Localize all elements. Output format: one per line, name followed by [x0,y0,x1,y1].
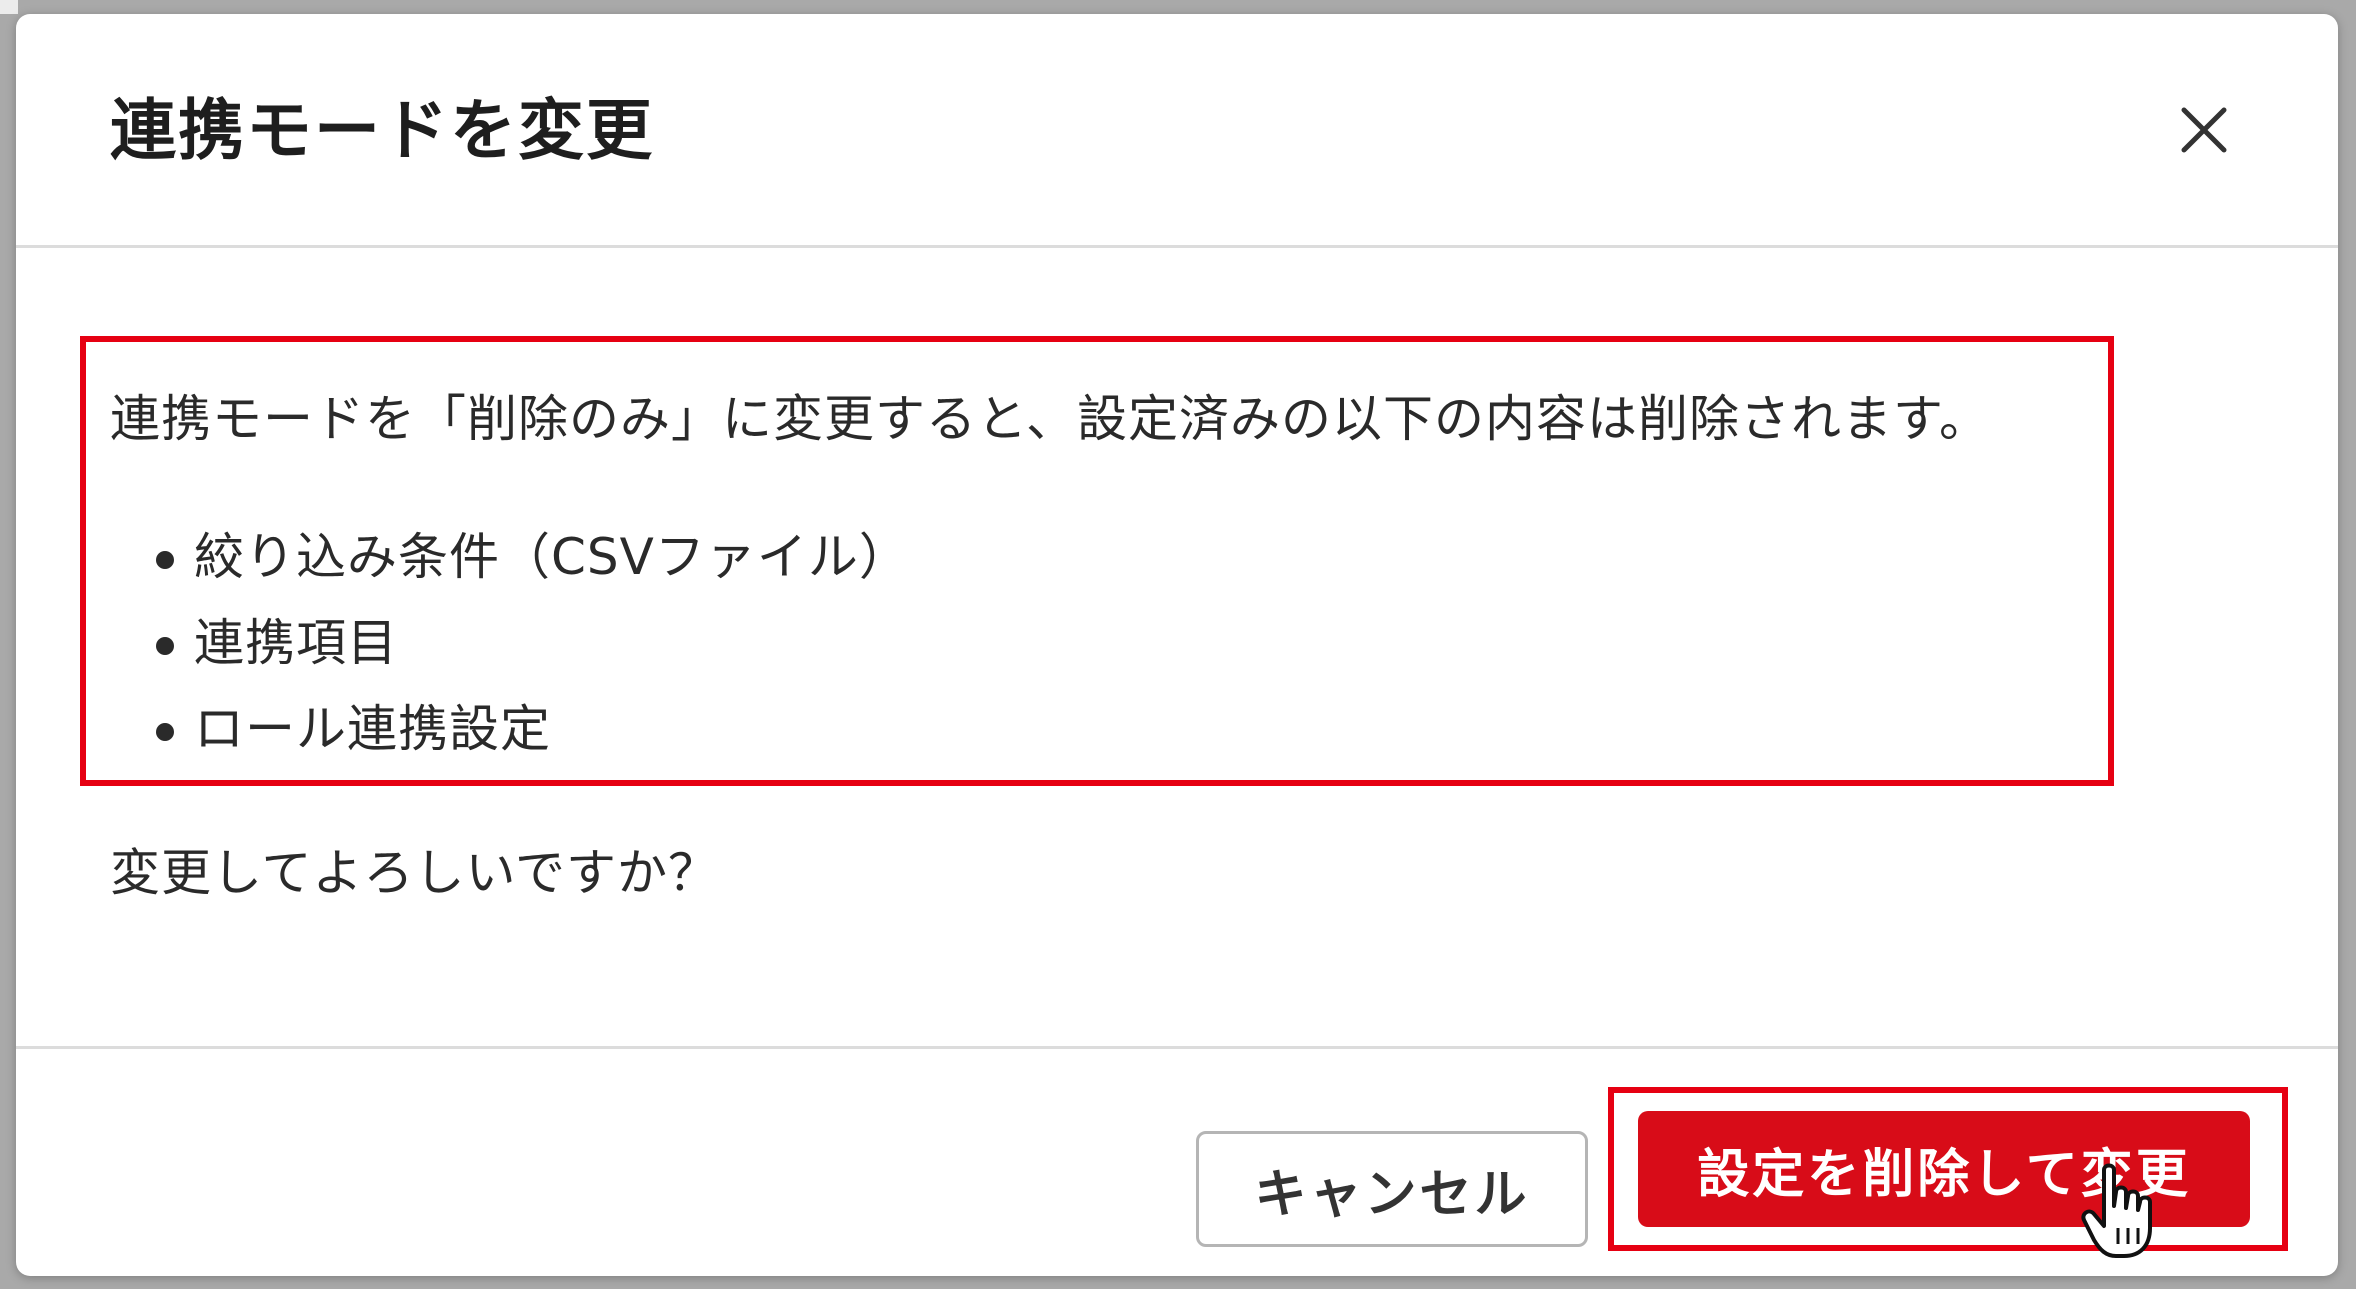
list-item: ロール連携設定 [110,694,910,780]
deleted-items-list: 絞り込み条件（CSVファイル） 連携項目 ロール連携設定 [110,522,910,780]
confirm-question: 変更してよろしいですか？ [110,844,719,902]
bullet-icon [156,723,174,741]
dialog-header: 連携モードを変更 [16,14,2338,248]
dialog-intro-text: 連携モードを「削除のみ」に変更すると、設定済みの以下の内容は削除されます。 [110,390,1990,448]
bullet-icon [156,551,174,569]
list-item: 連携項目 [110,608,910,694]
close-button[interactable] [2164,90,2244,170]
change-mode-dialog: 連携モードを変更 連携モードを「削除のみ」に変更すると、設定済みの以下の内容は削… [16,14,2338,1276]
close-icon [2181,107,2227,153]
list-item-label: 連携項目 [194,614,398,672]
cancel-button[interactable]: キャンセル [1196,1131,1588,1247]
background-page-edge [0,0,18,14]
delete-and-change-button[interactable]: 設定を削除して変更 [1638,1111,2250,1227]
list-item: 絞り込み条件（CSVファイル） [110,522,910,608]
bullet-icon [156,637,174,655]
list-item-label: ロール連携設定 [194,700,551,758]
list-item-label: 絞り込み条件（CSVファイル） [194,528,910,586]
dialog-title: 連携モードを変更 [110,92,654,169]
dialog-footer: キャンセル 設定を削除して変更 [16,1046,2338,1276]
